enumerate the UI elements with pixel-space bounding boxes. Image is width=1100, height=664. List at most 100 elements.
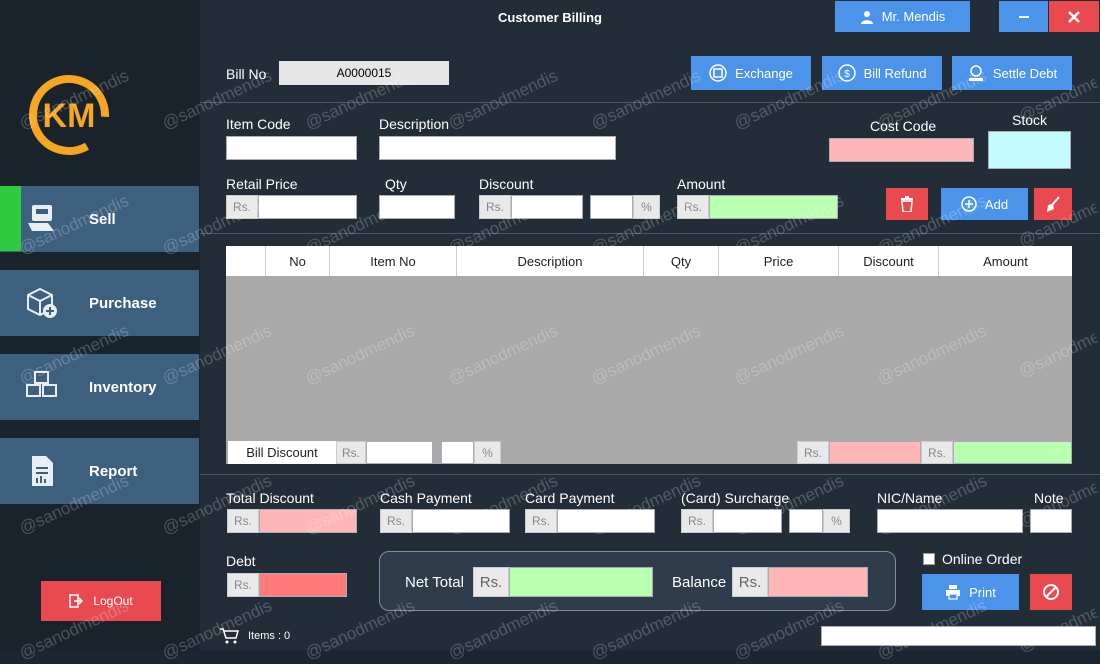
cart-icon bbox=[220, 628, 239, 644]
online-order-checkbox[interactable] bbox=[923, 553, 935, 565]
money-hand-icon bbox=[968, 65, 983, 81]
column-header-item-no[interactable]: Item No bbox=[330, 246, 457, 276]
currency-prefix: Rs. bbox=[681, 509, 713, 533]
divider bbox=[200, 102, 1100, 103]
sidebar-item-inventory[interactable]: Inventory bbox=[0, 354, 199, 420]
cash-payment-input[interactable] bbox=[412, 509, 510, 533]
exchange-label: Exchange bbox=[735, 65, 793, 81]
column-header-qty[interactable]: Qty bbox=[644, 246, 719, 276]
cash-register-icon bbox=[28, 205, 54, 231]
sidebar-item-sell[interactable]: Sell bbox=[0, 186, 199, 252]
nic-name-input[interactable] bbox=[877, 509, 1023, 533]
sidebar-item-label: Purchase bbox=[89, 294, 157, 312]
surcharge-label: (Card) Surcharge bbox=[681, 490, 790, 506]
minimize-button[interactable] bbox=[999, 1, 1048, 32]
exchange-button[interactable]: Exchange bbox=[691, 56, 811, 90]
description-label: Description bbox=[379, 116, 450, 132]
divider bbox=[200, 474, 1100, 475]
bill-discount-amount-input[interactable] bbox=[366, 441, 433, 464]
table-header: No Item No Description Qty Price Discoun… bbox=[226, 246, 1072, 276]
close-button[interactable] bbox=[1049, 1, 1099, 32]
active-indicator bbox=[0, 186, 21, 251]
discount-amount-input[interactable] bbox=[511, 195, 583, 219]
bill-refund-button[interactable]: $ Bill Refund bbox=[822, 56, 942, 90]
bill-discount-total-field bbox=[829, 441, 921, 464]
qty-input[interactable] bbox=[379, 195, 455, 219]
bill-net-amount-field bbox=[953, 441, 1072, 464]
retail-price-input[interactable] bbox=[258, 195, 357, 219]
description-input[interactable] bbox=[379, 136, 616, 160]
report-icon bbox=[32, 456, 53, 486]
sidebar-item-label: Report bbox=[89, 462, 138, 480]
currency-prefix: Rs. bbox=[380, 509, 412, 533]
cancel-button[interactable] bbox=[1030, 574, 1072, 610]
cost-code-field bbox=[829, 138, 974, 162]
percent-suffix: % bbox=[633, 195, 660, 219]
nic-name-label: NIC/Name bbox=[877, 490, 943, 506]
discount-percent-input[interactable] bbox=[590, 195, 633, 219]
qty-label: Qty bbox=[385, 176, 407, 192]
clear-button[interactable] bbox=[1034, 188, 1072, 220]
add-circle-icon bbox=[961, 196, 977, 212]
sidebar-item-report[interactable]: Report bbox=[0, 438, 199, 504]
surcharge-percent-input[interactable] bbox=[789, 509, 823, 533]
currency-prefix: Rs. bbox=[677, 195, 709, 219]
currency-prefix: Rs. bbox=[921, 441, 953, 464]
currency-prefix: Rs. bbox=[525, 509, 557, 533]
minimize-icon bbox=[1018, 15, 1029, 18]
net-total-field bbox=[509, 567, 653, 597]
sidebar-item-label: Inventory bbox=[89, 378, 157, 396]
add-button[interactable]: Add bbox=[941, 188, 1028, 220]
box-exchange-icon bbox=[709, 64, 727, 82]
print-label: Print bbox=[969, 584, 996, 600]
bill-no-field[interactable]: A0000015 bbox=[279, 61, 449, 85]
user-icon bbox=[860, 10, 873, 24]
delete-button[interactable] bbox=[886, 188, 928, 220]
currency-prefix: Rs. bbox=[797, 441, 829, 464]
print-button[interactable]: Print bbox=[922, 574, 1019, 610]
divider bbox=[200, 233, 1100, 234]
column-header-price[interactable]: Price bbox=[719, 246, 839, 276]
currency-prefix: Rs. bbox=[732, 567, 768, 597]
refund-coin-icon: $ bbox=[837, 64, 856, 82]
stock-label: Stock bbox=[1012, 112, 1048, 128]
logout-icon bbox=[69, 594, 84, 608]
surcharge-amount-input[interactable] bbox=[713, 509, 782, 533]
stock-field bbox=[988, 131, 1071, 169]
total-discount-field bbox=[259, 509, 357, 533]
column-header-no[interactable]: No bbox=[266, 246, 330, 276]
percent-suffix: % bbox=[474, 441, 501, 464]
status-field bbox=[821, 626, 1096, 646]
cancel-icon bbox=[1043, 584, 1059, 600]
logout-button[interactable]: LogOut bbox=[41, 581, 161, 621]
note-label: Note bbox=[1034, 490, 1064, 506]
bill-discount-percent-input[interactable] bbox=[441, 441, 474, 464]
user-name: Mr. Mendis bbox=[881, 9, 946, 24]
add-label: Add bbox=[984, 196, 1009, 212]
items-count: Items : 0 bbox=[248, 630, 291, 642]
currency-prefix: Rs. bbox=[227, 573, 259, 597]
note-input[interactable] bbox=[1030, 509, 1072, 533]
items-table: No Item No Description Qty Price Discoun… bbox=[226, 246, 1072, 440]
balance-field bbox=[768, 567, 868, 597]
settle-debt-label: Settle Debt bbox=[992, 65, 1058, 81]
bill-refund-label: Bill Refund bbox=[863, 65, 927, 81]
settle-debt-button[interactable]: Settle Debt bbox=[952, 56, 1072, 90]
currency-prefix: Rs. bbox=[473, 567, 509, 597]
currency-prefix: Rs. bbox=[479, 195, 511, 219]
user-button[interactable]: Mr. Mendis bbox=[835, 1, 970, 32]
column-header-discount[interactable]: Discount bbox=[839, 246, 939, 276]
debt-label: Debt bbox=[226, 553, 256, 569]
svg-text:$: $ bbox=[844, 69, 850, 80]
item-code-input[interactable] bbox=[226, 136, 357, 160]
sidebar: KM Sell Purchase Inventory Report LogOut bbox=[0, 0, 200, 650]
logo-text: KM bbox=[43, 97, 96, 135]
trash-icon bbox=[901, 196, 913, 212]
sidebar-item-purchase[interactable]: Purchase bbox=[0, 270, 199, 336]
column-header-amount[interactable]: Amount bbox=[939, 246, 1072, 276]
column-header-description[interactable]: Description bbox=[457, 246, 644, 276]
box-add-icon bbox=[27, 287, 57, 318]
total-discount-label: Total Discount bbox=[226, 490, 314, 506]
cost-code-label: Cost Code bbox=[870, 118, 937, 134]
card-payment-input[interactable] bbox=[557, 509, 655, 533]
